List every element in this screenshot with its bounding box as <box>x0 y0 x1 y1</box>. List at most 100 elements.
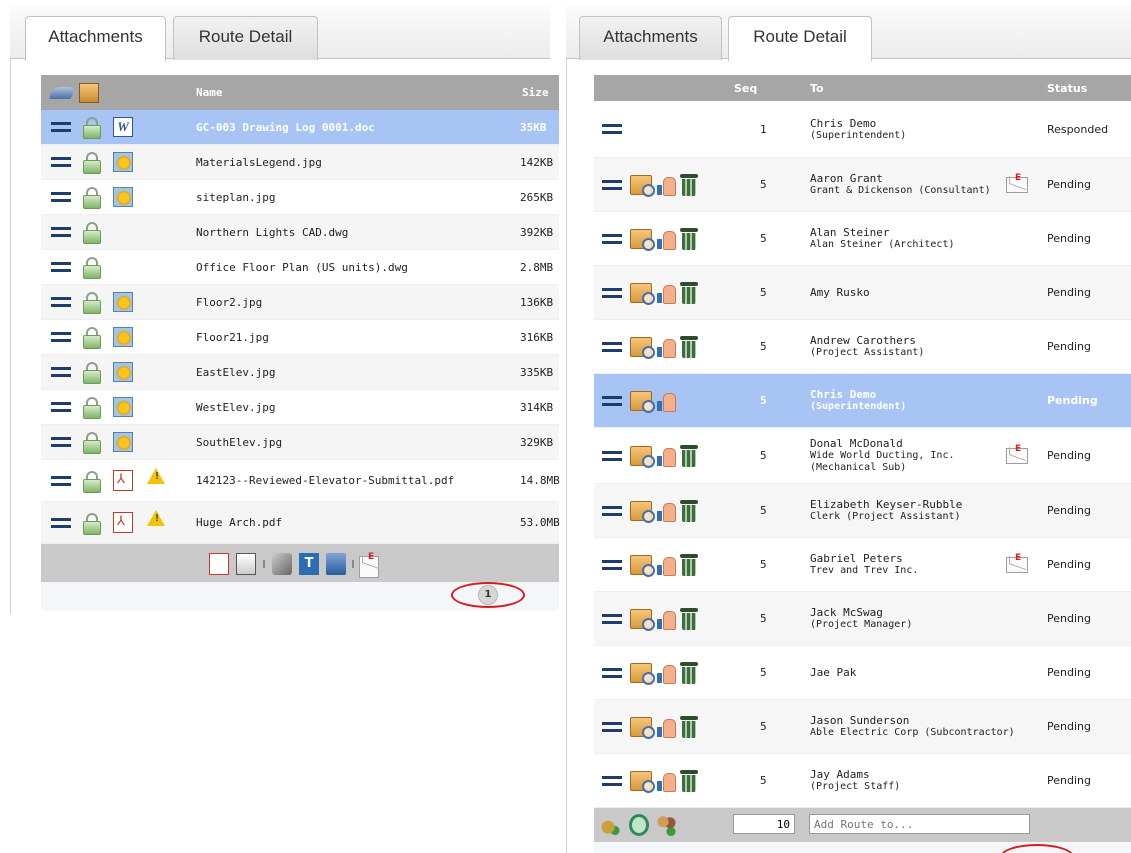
view-box-icon[interactable] <box>630 282 655 305</box>
email-icon[interactable] <box>1006 158 1028 211</box>
attachment-name[interactable]: 142123--Reviewed-Elevator-Submittal.pdf <box>196 460 454 501</box>
thumbs-up-icon[interactable] <box>657 663 676 684</box>
drag-handle-icon[interactable] <box>602 538 622 591</box>
attachment-name[interactable]: SouthElev.jpg <box>196 425 282 459</box>
scan-icon[interactable] <box>48 75 76 110</box>
thumbs-up-icon[interactable] <box>657 229 676 250</box>
attachment-row[interactable]: MaterialsLegend.jpg 142KB <box>41 145 559 180</box>
drag-handle-icon[interactable] <box>602 101 622 157</box>
drag-handle-icon[interactable] <box>51 110 71 144</box>
thumbs-up-icon[interactable] <box>657 555 676 576</box>
drag-handle-icon[interactable] <box>602 700 622 753</box>
thumbs-up-icon[interactable] <box>657 501 676 522</box>
attachment-row[interactable]: WestElev.jpg 314KB <box>41 390 559 425</box>
route-row[interactable]: 5 Gabriel PetersTrev and Trev Inc. Pending <box>594 538 1131 592</box>
tab-attachments[interactable]: Attachments <box>579 16 722 60</box>
trash-icon[interactable] <box>680 227 698 250</box>
drag-handle-icon[interactable] <box>602 754 622 807</box>
trash-icon[interactable] <box>680 715 698 738</box>
trash-icon[interactable] <box>680 335 698 358</box>
attachment-row[interactable]: siteplan.jpg 265KB <box>41 180 559 215</box>
recipient-name[interactable]: Amy Rusko <box>810 286 870 299</box>
drag-handle-icon[interactable] <box>51 502 71 543</box>
attachment-row[interactable]: 142123--Reviewed-Elevator-Submittal.pdf 1… <box>41 460 560 502</box>
attachment-name[interactable]: siteplan.jpg <box>196 180 275 214</box>
column-header-status[interactable]: Status <box>1047 75 1087 101</box>
drag-handle-icon[interactable] <box>602 428 622 483</box>
thumbs-up-icon[interactable] <box>657 771 676 792</box>
tab-route-detail[interactable]: Route Detail <box>173 16 318 60</box>
attachment-row[interactable]: W GC-003 Drawing Log 0001.doc 35KB <box>41 110 559 145</box>
route-row[interactable]: 5 Jason Sunderson Able Electric Corp (Subc… <box>594 700 1131 754</box>
new-document-icon[interactable] <box>209 553 229 575</box>
drag-handle-icon[interactable] <box>602 484 622 537</box>
view-box-icon[interactable] <box>630 390 655 413</box>
seq-input[interactable] <box>733 814 795 834</box>
lock-icon[interactable] <box>83 355 101 389</box>
attachment-row[interactable]: Office Floor Plan (US units).dwg 2.8MB <box>41 250 559 285</box>
recipient-name[interactable]: Chris Demo <box>810 117 906 130</box>
attachment-row[interactable]: Northern Lights CAD.dwg 392KB <box>41 215 559 250</box>
route-row[interactable]: 5 Alan Steiner Alan Steiner (Architect) Pen… <box>594 212 1131 266</box>
recipient-name[interactable]: Andrew Carothers <box>810 334 924 347</box>
drag-handle-icon[interactable] <box>602 646 622 699</box>
route-row[interactable]: 5 Elizabeth Keyser-Rubble Clerk (Project A… <box>594 484 1131 538</box>
route-row[interactable]: 5 Andrew Carothers (Project Assistant) Pend… <box>594 320 1131 374</box>
drag-handle-icon[interactable] <box>602 320 622 373</box>
drag-handle-icon[interactable] <box>602 212 622 265</box>
route-row[interactable]: 5 Donal McDonald Wide World Ducting, Inc.(… <box>594 428 1131 484</box>
drag-handle-icon[interactable] <box>602 266 622 319</box>
tab-route-detail[interactable]: Route Detail <box>728 16 872 61</box>
thumbs-up-icon[interactable] <box>657 446 676 467</box>
route-row[interactable]: 5 Amy Rusko Pending <box>594 266 1131 320</box>
attachment-name[interactable]: Northern Lights CAD.dwg <box>196 215 348 249</box>
drag-handle-icon[interactable] <box>51 425 71 459</box>
drag-handle-icon[interactable] <box>51 250 71 284</box>
lock-icon[interactable] <box>83 285 101 319</box>
trash-icon[interactable] <box>680 173 698 196</box>
drag-handle-icon[interactable] <box>51 215 71 249</box>
attachment-name[interactable]: EastElev.jpg <box>196 355 275 389</box>
drag-handle-icon[interactable] <box>51 390 71 424</box>
attachment-name[interactable]: GC-003 Drawing Log 0001.doc <box>196 110 375 144</box>
column-header-size[interactable]: Size <box>522 75 549 110</box>
lock-icon[interactable] <box>83 215 101 249</box>
lock-icon[interactable] <box>83 110 101 144</box>
recipient-name[interactable]: Jack McSwag <box>810 606 912 619</box>
add-user-icon[interactable] <box>600 814 620 836</box>
view-box-icon[interactable] <box>630 554 655 577</box>
recipient-name[interactable]: Gabriel Peters <box>810 552 918 565</box>
route-row[interactable]: 5 Jack McSwag (Project Manager) Pending <box>594 592 1131 646</box>
recipient-name[interactable]: Donal McDonald <box>810 437 955 450</box>
email-icon[interactable] <box>1006 538 1028 591</box>
column-header-to[interactable]: To <box>810 75 824 101</box>
trash-icon[interactable] <box>680 444 698 467</box>
thumbs-up-icon[interactable] <box>657 391 676 412</box>
download-box-icon[interactable] <box>79 75 99 110</box>
lock-icon[interactable] <box>83 460 101 501</box>
thumbs-up-icon[interactable] <box>657 283 676 304</box>
view-box-icon[interactable] <box>630 228 655 251</box>
lock-icon[interactable] <box>83 425 101 459</box>
view-box-icon[interactable] <box>630 445 655 468</box>
drag-handle-icon[interactable] <box>51 285 71 319</box>
scan-add-icon[interactable] <box>272 553 292 575</box>
route-row[interactable]: 5 Aaron Grant Grant & Dickenson (Consultan… <box>594 158 1131 212</box>
thumbs-up-icon[interactable] <box>657 717 676 738</box>
drag-handle-icon[interactable] <box>602 158 622 211</box>
add-sheet-icon[interactable] <box>236 553 256 575</box>
column-header-seq[interactable]: Seq <box>734 75 757 101</box>
attachment-name[interactable]: Office Floor Plan (US units).dwg <box>196 250 408 284</box>
lock-icon[interactable] <box>83 250 101 284</box>
view-box-icon[interactable] <box>630 608 655 631</box>
email-add-icon[interactable] <box>359 552 379 578</box>
recipient-name[interactable]: Jay Adams <box>810 768 900 781</box>
thumbs-up-icon[interactable] <box>657 175 676 196</box>
view-box-icon[interactable] <box>630 500 655 523</box>
drag-handle-icon[interactable] <box>51 460 71 501</box>
thumbs-up-icon[interactable] <box>657 609 676 630</box>
attachment-name[interactable]: Huge Arch.pdf <box>196 502 282 543</box>
thumbs-up-icon[interactable] <box>657 337 676 358</box>
drag-handle-icon[interactable] <box>602 374 622 427</box>
attachment-row[interactable]: Huge Arch.pdf 53.0MB <box>41 502 560 544</box>
